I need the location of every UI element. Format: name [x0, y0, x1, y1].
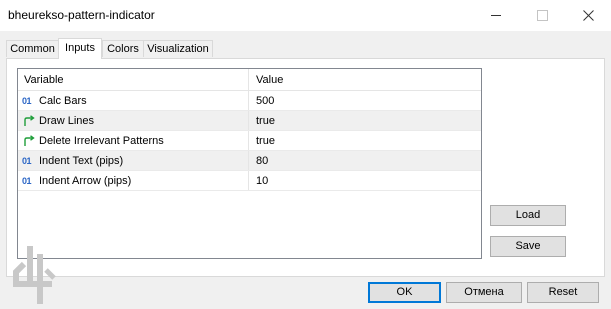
variable-name: Delete Irrelevant Patterns	[18, 131, 249, 151]
close-icon	[582, 10, 594, 21]
table-row[interactable]: Delete Irrelevant Patterns true	[18, 131, 481, 151]
minimize-icon	[491, 15, 501, 16]
reset-button[interactable]: Reset	[527, 282, 599, 303]
variable-name: Indent Text (pips)	[18, 151, 249, 171]
ok-button[interactable]: OK	[368, 282, 441, 303]
table-row[interactable]: 01 Indent Text (pips) 80	[18, 151, 481, 171]
variable-value[interactable]: true	[249, 131, 481, 151]
maximize-icon	[536, 10, 548, 21]
maximize-button[interactable]	[519, 0, 565, 31]
minimize-button[interactable]	[473, 0, 519, 31]
watermark-logo-icon	[13, 246, 56, 304]
load-button[interactable]: Load	[490, 205, 566, 226]
tab-colors[interactable]: Colors	[102, 40, 144, 57]
variable-value[interactable]: 500	[249, 91, 481, 111]
title-bar: bheurekso-pattern-indicator	[0, 0, 611, 31]
table-row[interactable]: Draw Lines true	[18, 111, 481, 131]
parameters-grid[interactable]: Variable Value 01 Calc Bars 500 Draw Lin…	[17, 68, 482, 259]
tab-inputs[interactable]: Inputs	[58, 38, 102, 59]
tab-visualization[interactable]: Visualization	[143, 40, 213, 57]
save-button[interactable]: Save	[490, 236, 566, 257]
column-header-variable[interactable]: Variable	[18, 69, 249, 91]
table-row[interactable]: 01 Calc Bars 500	[18, 91, 481, 111]
variable-name: Indent Arrow (pips)	[18, 171, 249, 191]
variable-value[interactable]: true	[249, 111, 481, 131]
window-title: bheurekso-pattern-indicator	[8, 8, 155, 22]
grid-header: Variable Value	[18, 69, 481, 91]
variable-name: Draw Lines	[18, 111, 249, 131]
close-button[interactable]	[565, 0, 611, 31]
variable-value[interactable]: 10	[249, 171, 481, 191]
table-row[interactable]: 01 Indent Arrow (pips) 10	[18, 171, 481, 191]
column-header-value[interactable]: Value	[249, 69, 481, 91]
cancel-button[interactable]: Отмена	[446, 282, 522, 303]
tab-common[interactable]: Common	[6, 40, 59, 57]
variable-name: Calc Bars	[18, 91, 249, 111]
variable-value[interactable]: 80	[249, 151, 481, 171]
